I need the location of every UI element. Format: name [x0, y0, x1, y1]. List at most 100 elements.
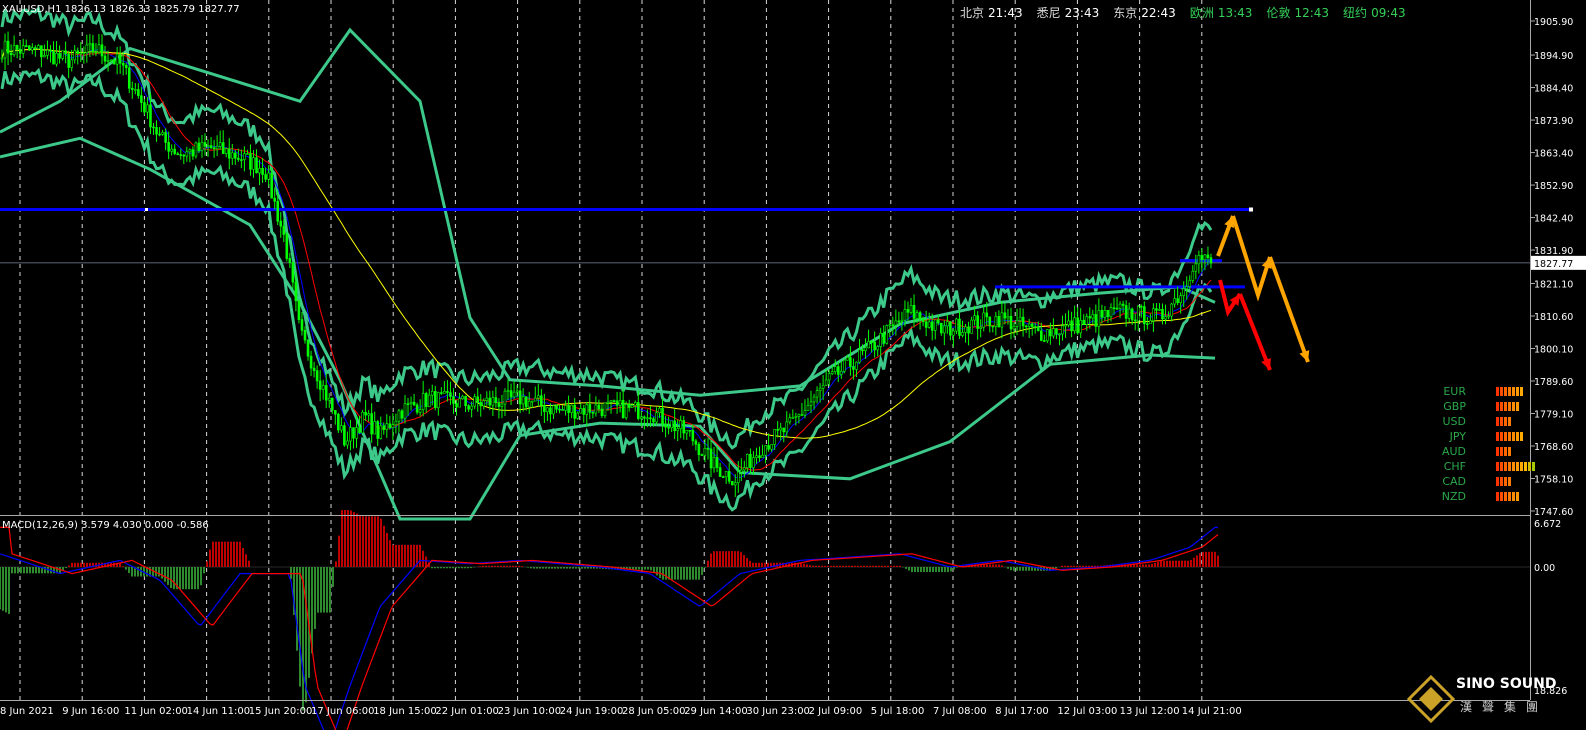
strength-bar [1500, 447, 1503, 456]
candle-body [585, 404, 589, 415]
candle-body [894, 320, 898, 326]
candle-body [91, 43, 95, 53]
strength-bar [1504, 387, 1507, 396]
candle-body [806, 405, 810, 411]
candle-body [143, 102, 146, 113]
macd-info-label: MACD(12,26,9) 3.579 4.030 0.000 -0.586 [2, 520, 209, 531]
candle-body [1061, 325, 1064, 335]
forecast-up-arrow-2 [1231, 215, 1272, 302]
candle-body [943, 325, 946, 334]
candle-body [558, 408, 561, 411]
candle-body [1194, 263, 1198, 272]
candle-body [903, 309, 907, 321]
strength-bar [1496, 492, 1499, 501]
candle-body [34, 47, 37, 50]
time-axis-label: 9 Jun 16:00 [62, 706, 119, 717]
candle-body [1073, 317, 1076, 332]
candle-body [521, 396, 525, 405]
price-axis-label: 1852.90 [1534, 181, 1573, 192]
candle-body [736, 471, 740, 484]
candle-body [997, 316, 1001, 328]
candle-body [643, 416, 646, 419]
candle-body [1124, 305, 1128, 319]
strength-bar [1496, 387, 1499, 396]
candle-body [882, 333, 886, 344]
candle-body [782, 427, 786, 433]
candle-body [340, 425, 343, 431]
strength-row: NZD [1428, 489, 1535, 504]
candle-body [743, 467, 746, 471]
candle-body [97, 44, 101, 53]
level-anchor-dot [145, 208, 148, 212]
candle-body [306, 339, 310, 357]
candle-body [209, 145, 213, 148]
candle-body [912, 305, 916, 319]
candle-body [885, 325, 889, 344]
candle-body [752, 457, 755, 468]
strength-bar [1512, 432, 1515, 441]
candle-body [18, 48, 22, 54]
candle-body [285, 234, 289, 259]
candle-body [440, 392, 443, 394]
candle-body [952, 330, 955, 336]
candle-body [1085, 316, 1089, 325]
strength-bar [1532, 462, 1535, 471]
candle-body [673, 420, 676, 432]
bollinger-lower-2 [0, 136, 1216, 521]
currency-strength-meter: EUR GBP USD JPY AUD CHF CAD NZD [1428, 384, 1535, 504]
price-axis-label: 1810.60 [1534, 312, 1573, 323]
candle-body [655, 412, 658, 423]
candle-body [321, 385, 325, 390]
candle-body [188, 149, 192, 153]
candle-body [346, 440, 349, 446]
logo-chinese-text: 漢聲集團 [1460, 700, 1549, 714]
candle-body [927, 321, 931, 328]
candle-body [391, 424, 395, 428]
strength-bar [1520, 432, 1523, 441]
time-axis-label: 28 Jun 05:00 [622, 706, 686, 717]
candle-body [27, 45, 31, 51]
candle-body [561, 409, 564, 411]
candle-body [936, 319, 940, 324]
candle-body [40, 45, 43, 58]
candle-body [333, 410, 337, 415]
candle-body [679, 420, 683, 429]
candle-body [930, 321, 934, 331]
price-chart[interactable]: 8 Jun 2021 9 Jun 16:00 11 Jun 02:0014 Jun … [0, 0, 1586, 730]
time-axis-label: 23 Jun 10:00 [498, 706, 562, 717]
strength-bar [1508, 447, 1511, 456]
strength-bar [1512, 387, 1515, 396]
candle-body [1133, 319, 1137, 322]
candle-body [621, 400, 625, 419]
candle-body [800, 414, 804, 416]
candle-body [273, 197, 277, 202]
candle-body [64, 50, 67, 55]
candle-body [134, 89, 137, 91]
candle-body [373, 421, 376, 435]
candle-body [512, 391, 516, 398]
candle-body [582, 408, 586, 415]
candle-body [612, 400, 616, 402]
candle-body [836, 366, 840, 375]
time-axis-label: 5 Jul 18:00 [871, 706, 925, 717]
candle-body [1170, 303, 1173, 317]
candle-body [1143, 306, 1146, 324]
candle-body [76, 50, 80, 54]
candle-body [1058, 333, 1061, 336]
candle-body [73, 50, 77, 61]
candle-body [1046, 329, 1049, 342]
currency-code: USD [1442, 415, 1466, 428]
candle-body [24, 45, 28, 47]
strength-row: GBP [1428, 399, 1535, 414]
candle-body [552, 405, 555, 415]
candle-body [1012, 326, 1016, 330]
candle-body [191, 149, 195, 157]
candle-body [891, 324, 895, 327]
candle-body [21, 45, 25, 54]
candle-body [615, 400, 619, 406]
candle-body [1076, 317, 1079, 334]
candle-body [1039, 330, 1043, 341]
candle-body [279, 220, 283, 227]
candle-body [491, 397, 495, 406]
strength-bar [1504, 447, 1507, 456]
